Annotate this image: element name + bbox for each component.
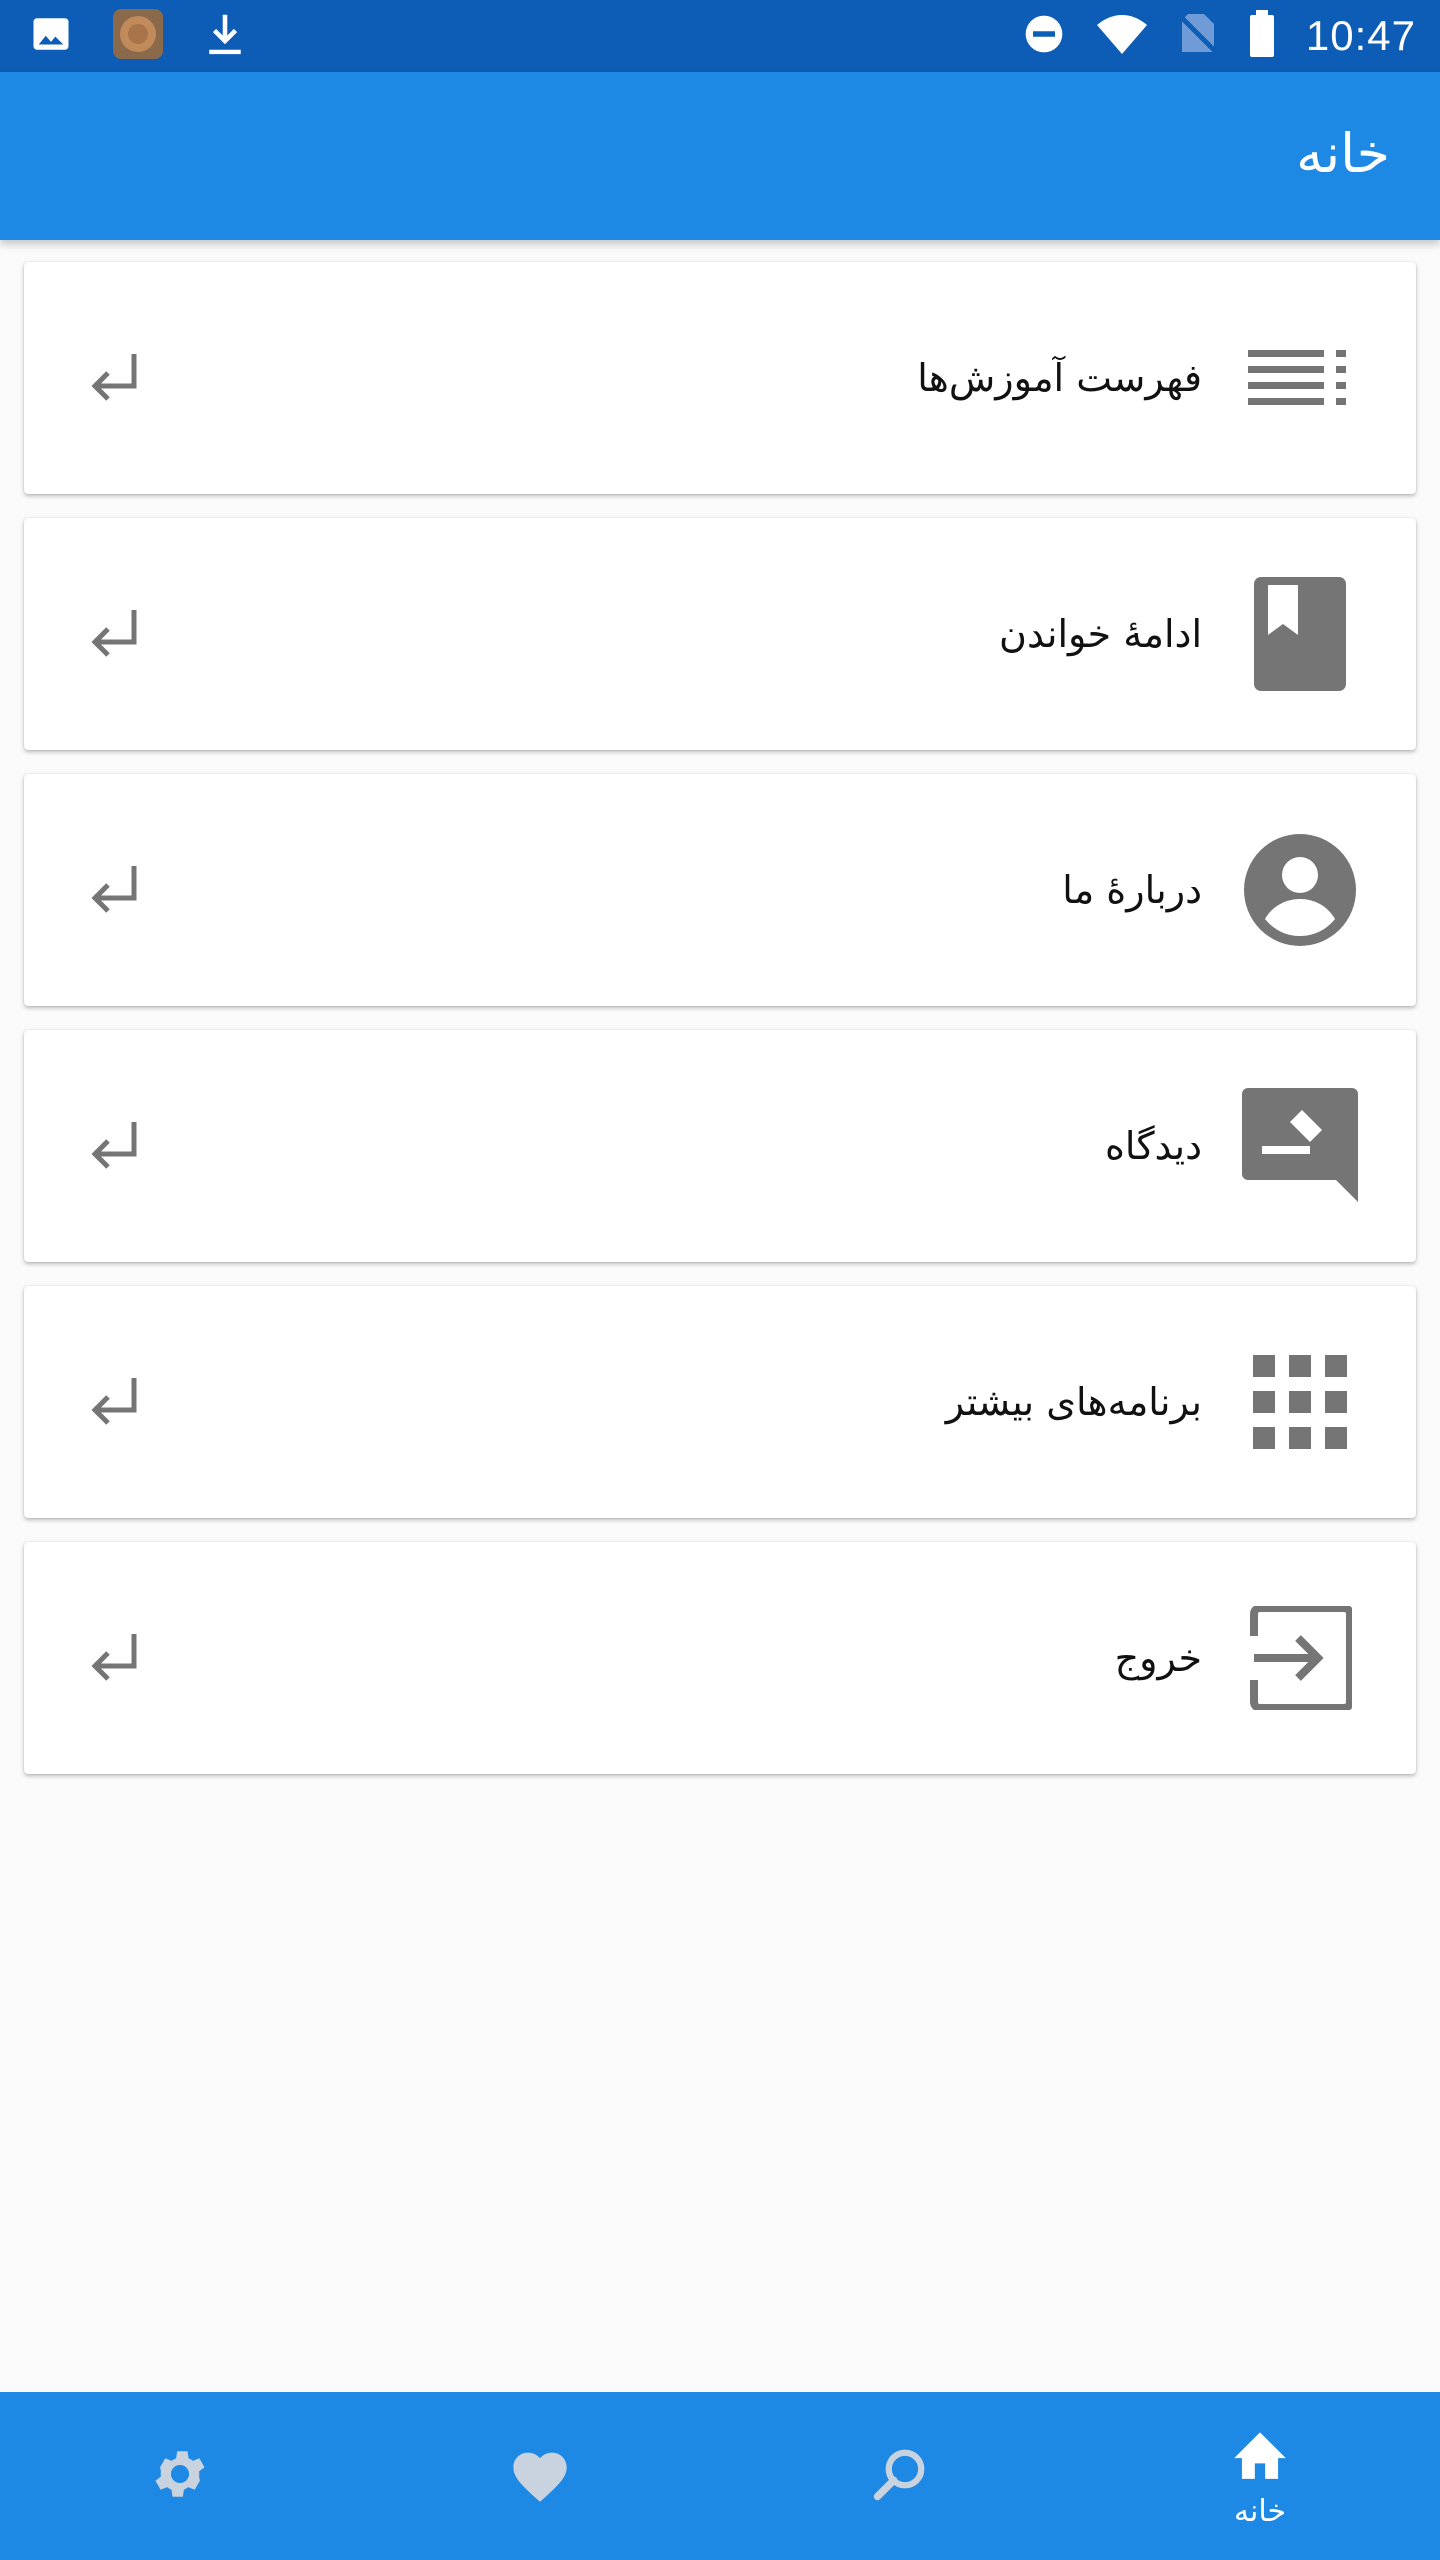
download-icon [204,11,246,61]
bookmark-book-icon [1240,574,1360,694]
image-icon [30,13,72,59]
status-right-icons: 10:47 [1022,0,1416,72]
menu-item-label: فهرست آموزش‌ها [917,356,1202,400]
nav-home-label: خانه [1233,2493,1287,2529]
return-arrow-icon [84,604,144,664]
no-sim-icon [1178,12,1218,60]
menu-item-continue-reading[interactable]: ادامهٔ خواندن [24,518,1416,750]
list-icon [1240,318,1360,438]
do-not-disturb-icon [1022,12,1066,60]
page-title: خانه [1296,122,1390,185]
app-bar: خانه [0,72,1440,240]
menu-item-label: برنامه‌های بیشتر [945,1380,1202,1424]
account-circle-icon [1240,830,1360,950]
app-thumbnail-icon [112,8,164,64]
bottom-navigation: خانه [0,2392,1440,2560]
return-arrow-icon [84,348,144,408]
menu-item-exit[interactable]: خروج [24,1542,1416,1774]
return-arrow-icon [84,1116,144,1176]
search-icon [870,2444,930,2508]
nav-settings[interactable] [90,2392,270,2560]
menu-item-label: خروج [1114,1636,1202,1680]
nav-home[interactable]: خانه [1170,2392,1350,2560]
return-arrow-icon [84,1628,144,1688]
menu-item-label: دیدگاه [1104,1124,1202,1168]
nav-search[interactable] [810,2392,990,2560]
heart-icon [508,2444,572,2508]
battery-icon [1248,10,1276,62]
wifi-icon [1096,12,1148,60]
return-arrow-icon [84,1372,144,1432]
return-arrow-icon [84,860,144,920]
feedback-icon [1240,1086,1360,1206]
settings-icon [149,2443,211,2509]
nav-favorites[interactable] [450,2392,630,2560]
menu-item-label: دربارهٔ ما [1062,868,1202,912]
status-left-icons [30,8,246,64]
menu-item-label: ادامهٔ خواندن [999,612,1202,656]
exit-icon [1240,1598,1360,1718]
status-time: 10:47 [1305,12,1416,59]
menu-item-tutorials[interactable]: فهرست آموزش‌ها [24,262,1416,494]
menu-item-about-us[interactable]: دربارهٔ ما [24,774,1416,1006]
home-icon [1229,2424,1291,2486]
menu-item-more-apps[interactable]: برنامه‌های بیشتر [24,1286,1416,1518]
status-bar: 10:47 [0,0,1440,72]
menu-item-feedback[interactable]: دیدگاه [24,1030,1416,1262]
apps-grid-icon [1240,1342,1360,1462]
